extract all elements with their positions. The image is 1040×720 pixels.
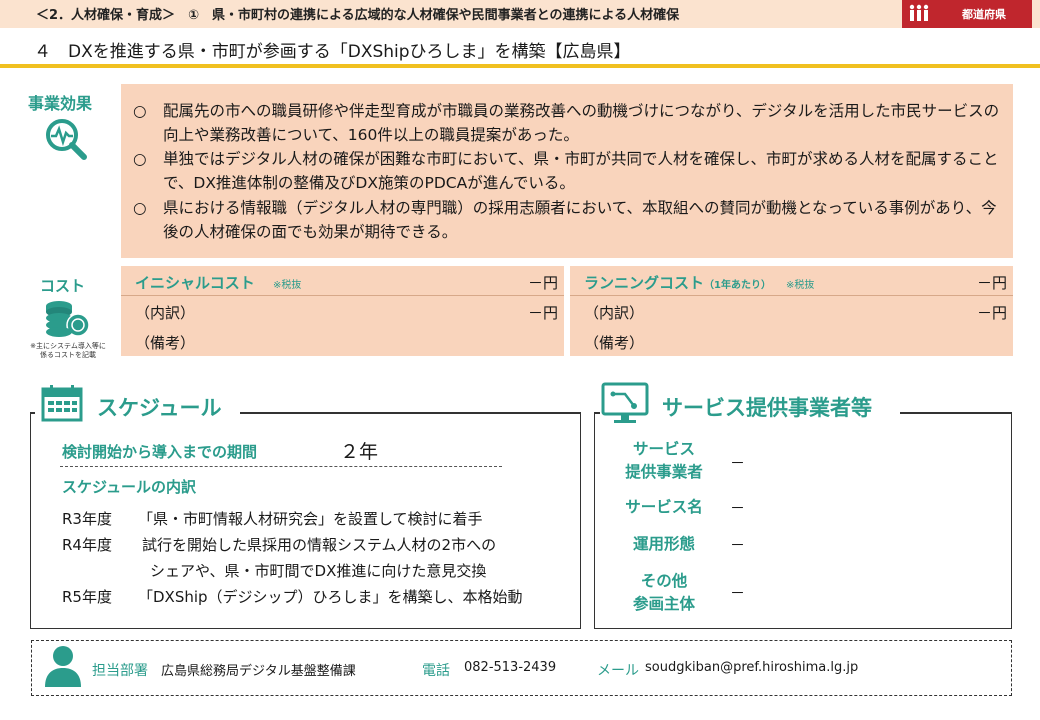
magnifier-pulse-icon — [46, 119, 87, 160]
schedule-period-label: 検討開始から導入までの期間 — [62, 443, 258, 461]
contact-phone-label: 電話 — [422, 663, 450, 679]
contact-dept-label: 担当部署 — [92, 663, 148, 679]
person-icon — [45, 646, 81, 687]
service-label-line: 提供事業者 — [625, 463, 703, 481]
prefecture-tag: 都道府県 — [902, 0, 1032, 28]
contact-phone-value: 082-513-2439 — [464, 660, 557, 675]
bullet-mark: ○ — [133, 102, 147, 120]
initial-breakdown-label: （内訳） — [135, 304, 196, 322]
bullet-mark: ○ — [133, 150, 147, 168]
schedule-breakdown-label: スケジュールの内訳 — [62, 478, 196, 496]
service-label-line: サービス — [632, 440, 695, 458]
running-cost-amount: －円 — [976, 274, 1007, 292]
running-cost-tax-note: ※税抜 — [786, 280, 815, 291]
initial-cost-amount: －円 — [527, 274, 558, 292]
service-label-line: その他 — [640, 572, 688, 590]
service-label-line: サービス名 — [625, 498, 703, 516]
service-box-edge — [594, 412, 600, 414]
bullet-mark: ○ — [133, 199, 147, 217]
service-name-label: サービス名 — [609, 496, 719, 519]
initial-breakdown-amount: －円 — [527, 304, 558, 322]
schedule-box-edge — [30, 412, 35, 414]
running-cost-title: ランニングコスト（1年あたり） — [584, 272, 771, 293]
initial-cost-tax-note: ※税抜 — [273, 280, 302, 291]
initial-cost-box: イニシャルコスト ※税抜 －円 （内訳） －円 （備考） — [121, 266, 564, 356]
schedule-text: シェアや、県・市町間でDX推進に向けた意見交換 — [150, 562, 487, 580]
contact-dept-value: 広島県総務局デジタル基盤整備課 — [161, 664, 356, 679]
cost-note: ※主にシステム導入等に係るコストを記載 — [30, 342, 106, 359]
contact-mail-value: soudgkiban@pref.hiroshima.lg.jp — [645, 660, 859, 675]
running-cost-suffix: （1年あたり） — [704, 280, 771, 291]
cost-label: コスト — [40, 277, 86, 295]
service-label-line: 運用形態 — [632, 535, 695, 553]
initial-cost-header: イニシャルコスト ※税抜 －円 — [121, 266, 564, 296]
effects-label: 事業効果 — [28, 94, 93, 113]
effect-text: 県における情報職（デジタル人材の専門職）の採用志願者において、本取組への賛同が動… — [163, 199, 997, 241]
schedule-text: 「DXShip（デジシップ）ひろしま」を構築し、本格始動 — [138, 588, 523, 606]
schedule-text: 「県・市町情報人材研究会」を設置して検討に着手 — [138, 510, 483, 528]
running-cost-box: ランニングコスト（1年あたり） ※税抜 －円 （内訳） －円 （備考） — [570, 266, 1013, 356]
running-remarks-label: （備考） — [584, 334, 645, 352]
service-provider-label: サービス 提供事業者 — [609, 438, 719, 484]
people-icon — [909, 4, 929, 21]
service-provider-value: － — [730, 454, 746, 472]
running-breakdown-label: （内訳） — [584, 304, 645, 322]
schedule-year: R3年度 — [62, 510, 112, 528]
section-title: ＜2．人材確保・育成＞ ① 県・市町村の連携による広域的な人材確保や民間事業者と… — [36, 8, 680, 23]
schedule-year: R5年度 — [62, 588, 112, 606]
effect-text: 配属先の市への職員研修や伴走型育成が市職員の業務改善への動機づけにつながり、デジ… — [163, 102, 1000, 144]
operation-form-value: － — [730, 536, 746, 554]
title-divider — [0, 64, 1040, 68]
contact-mail-label: メール — [597, 663, 639, 679]
initial-remarks-label: （備考） — [135, 334, 196, 352]
schedule-divider — [60, 466, 502, 467]
schedule-box-edge — [240, 412, 581, 414]
running-cost-name: ランニングコスト — [584, 274, 705, 292]
initial-cost-title: イニシャルコスト — [135, 274, 255, 292]
schedule-year: R4年度 — [62, 536, 112, 554]
page-title: ４ DXを推進する県・市町が参画する「DXShipひろしま」を構築【広島県】 — [34, 42, 631, 62]
prefecture-tag-label: 都道府県 — [962, 8, 1006, 21]
schedule-period-value: ２年 — [340, 441, 379, 463]
operation-form-label: 運用形態 — [609, 533, 719, 556]
section-header-bar: ＜2．人材確保・育成＞ ① 県・市町村の連携による広域的な人材確保や民間事業者と… — [0, 0, 1040, 28]
effect-text: 単独ではデジタル人材の確保が困難な市町において、県・市町が共同で人材を確保し、市… — [163, 150, 999, 192]
service-box-edge — [900, 412, 1012, 414]
schedule-text: 試行を開始した県採用の情報システム人材の2市への — [142, 536, 497, 554]
service-name-value: － — [730, 499, 746, 517]
coins-icon — [46, 301, 90, 337]
other-participants-value: － — [730, 584, 746, 602]
service-label-line: 参画主体 — [632, 595, 695, 613]
running-breakdown-amount: －円 — [976, 304, 1007, 322]
running-cost-header: ランニングコスト（1年あたり） ※税抜 －円 — [570, 266, 1013, 296]
effects-box: ○ 配属先の市への職員研修や伴走型育成が市職員の業務改善への動機づけにつながり、… — [121, 84, 1013, 258]
other-participants-label: その他 参画主体 — [609, 570, 719, 616]
